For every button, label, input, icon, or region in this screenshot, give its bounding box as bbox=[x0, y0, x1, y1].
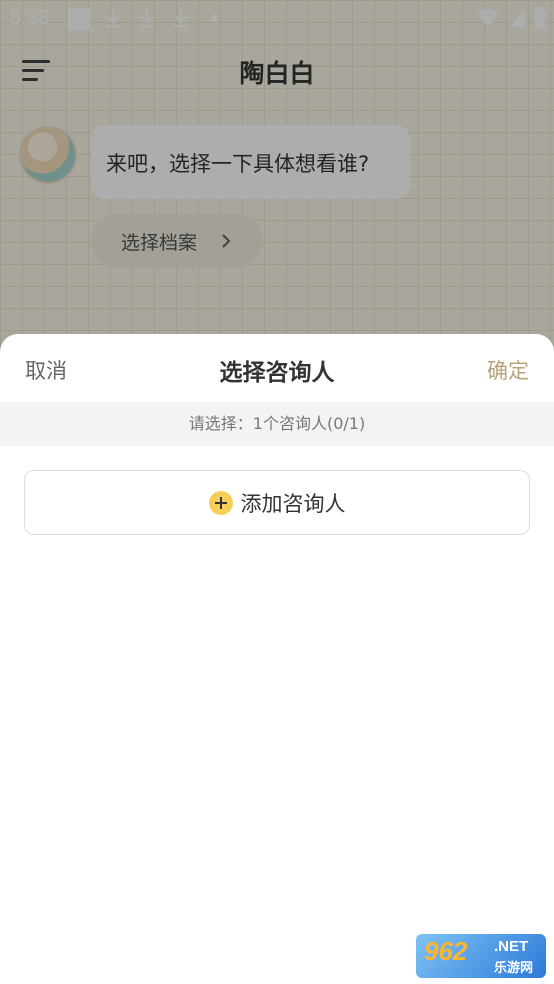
watermark-subtitle: 乐游网 bbox=[494, 960, 534, 975]
watermark-suffix: .NET bbox=[494, 938, 529, 955]
sheet-title: 选择咨询人 bbox=[219, 360, 335, 386]
add-consultant-label: 添加咨询人 bbox=[240, 491, 346, 516]
sheet-header: 取消 选择咨询人 确定 bbox=[0, 334, 554, 402]
add-consultant-button[interactable]: 添加咨询人 bbox=[24, 470, 530, 535]
watermark-logo: 962 .NET 乐游网 bbox=[416, 934, 546, 978]
watermark-number: 962 bbox=[424, 936, 468, 966]
confirm-button[interactable]: 确定 bbox=[487, 355, 529, 385]
select-consultant-sheet: 取消 选择咨询人 确定 请选择：1个咨询人(0/1) 添加咨询人 bbox=[0, 334, 554, 984]
add-circle-icon bbox=[208, 490, 233, 515]
selection-info: 请选择：1个咨询人(0/1) bbox=[0, 402, 554, 446]
